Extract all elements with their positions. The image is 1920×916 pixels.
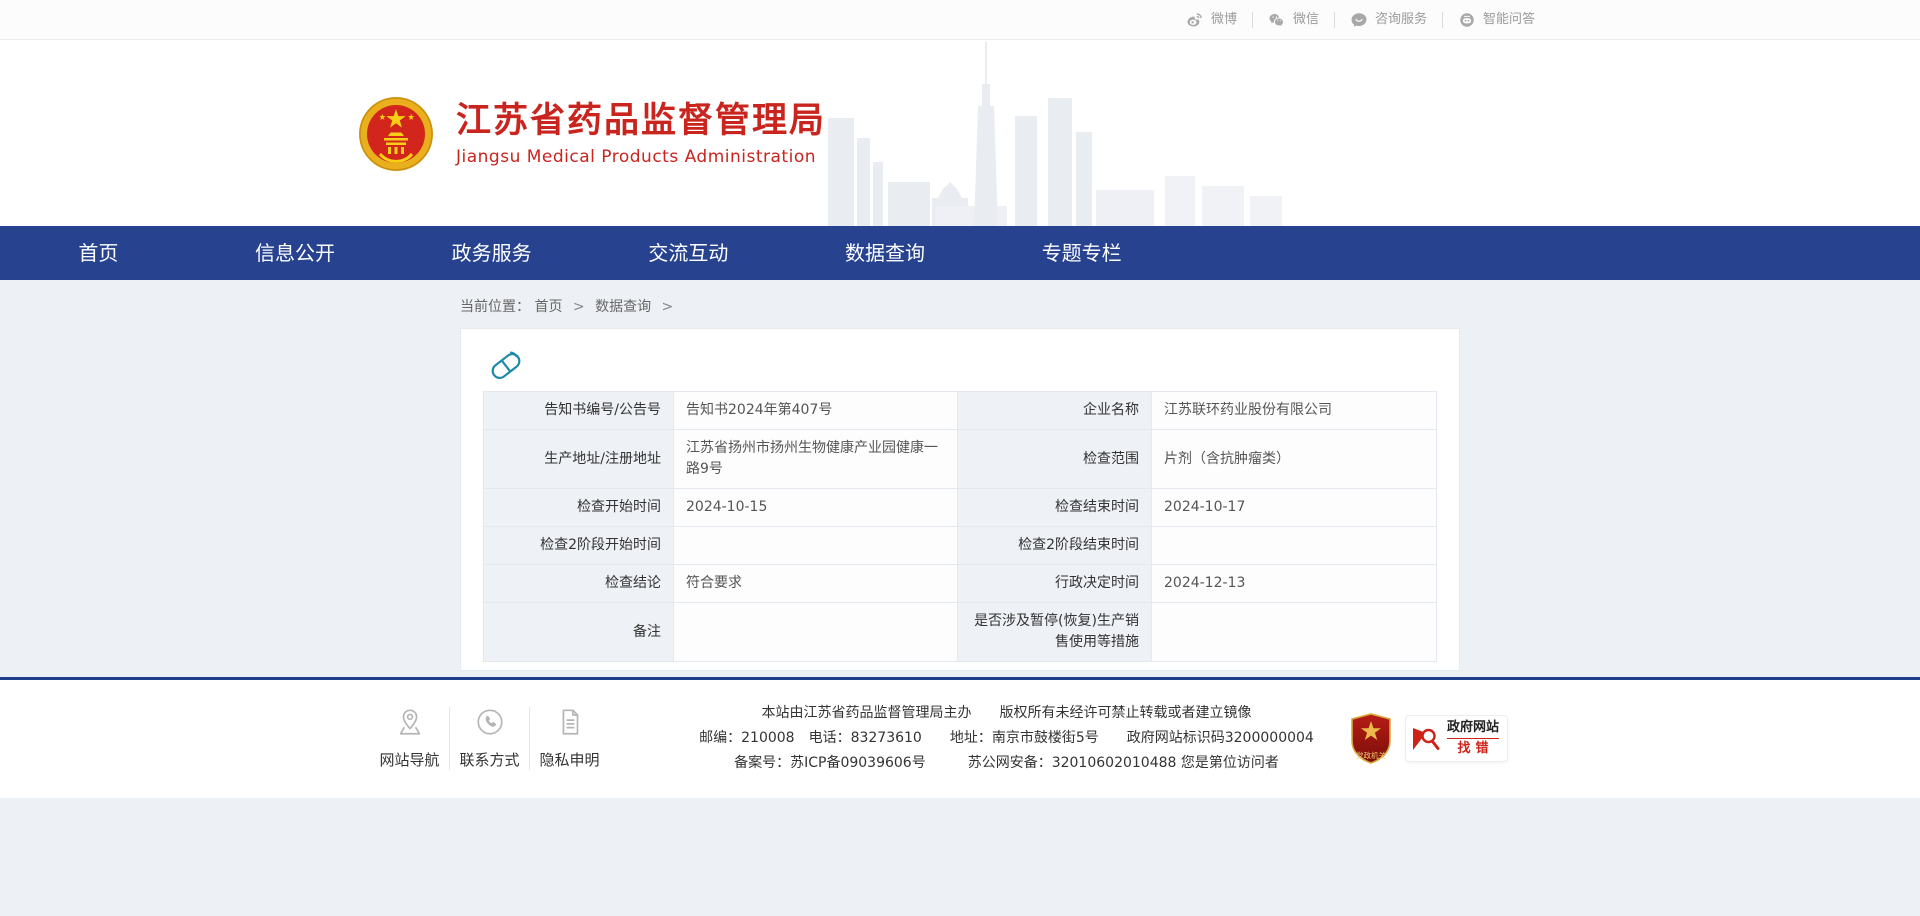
content-area: 当前位置： 首页 > 数据查询 > <box>0 280 1920 671</box>
footer: 网站导航 联系方式 <box>0 680 1920 798</box>
party-badge-label: 党政机关 <box>1356 750 1386 760</box>
field-label: 行政决定时间 <box>958 565 1152 603</box>
field-value: 符合要求 <box>674 565 958 603</box>
breadcrumb-separator: > <box>573 299 585 315</box>
field-label: 告知书编号/公告号 <box>484 392 674 430</box>
field-value: 2024-10-17 <box>1152 489 1437 527</box>
field-value <box>1152 603 1437 662</box>
weibo-icon <box>1186 11 1204 29</box>
gov-site-error-finder-badge[interactable]: 政府网站 找错 <box>1405 715 1508 762</box>
field-value: 片剂（含抗肿瘤类） <box>1152 430 1437 489</box>
field-label: 备注 <box>484 603 674 662</box>
footer-link-sitemap[interactable]: 网站导航 <box>370 707 449 770</box>
party-gov-badge[interactable]: 党政机关 <box>1349 713 1393 765</box>
table-row: 备注 是否涉及暂停(恢复)生产销售使用等措施 <box>484 603 1437 662</box>
topbar: 微博 微信 咨询服务 智能问答 <box>0 0 1920 40</box>
field-label: 生产地址/注册地址 <box>484 430 674 489</box>
weibo-link[interactable]: 微博 <box>1171 0 1252 39</box>
field-value <box>1152 527 1437 565</box>
site-title: 江苏省药品监督管理局 <box>456 101 826 141</box>
robot-icon <box>1458 11 1476 29</box>
field-value <box>674 603 958 662</box>
field-value: 江苏联环药业股份有限公司 <box>1152 392 1437 430</box>
field-value: 告知书2024年第407号 <box>674 392 958 430</box>
site-header: 江苏省药品监督管理局 Jiangsu Medical Products Admi… <box>0 40 1920 226</box>
breadcrumb: 当前位置： 首页 > 数据查询 > <box>460 280 1460 328</box>
consult-service-link[interactable]: 咨询服务 <box>1334 12 1442 28</box>
page: 微博 微信 咨询服务 智能问答 <box>0 0 1920 916</box>
breadcrumb-label: 当前位置： <box>460 299 530 315</box>
breadcrumb-separator: > <box>662 299 674 315</box>
site-subtitle-en: Jiangsu Medical Products Administration <box>456 147 826 167</box>
consult-service-label: 咨询服务 <box>1375 12 1427 28</box>
breadcrumb-home-link[interactable]: 首页 <box>534 299 562 315</box>
table-row: 检查2阶段开始时间 检查2阶段结束时间 <box>484 527 1437 565</box>
field-label: 检查结论 <box>484 565 674 603</box>
field-label: 检查2阶段结束时间 <box>958 527 1152 565</box>
nav-item-gov-services[interactable]: 政务服务 <box>393 226 590 280</box>
table-row: 告知书编号/公告号 告知书2024年第407号 企业名称 江苏联环药业股份有限公… <box>484 392 1437 430</box>
footer-link-contact[interactable]: 联系方式 <box>449 707 529 770</box>
magnifier-icon <box>1410 723 1442 755</box>
nav-item-interaction[interactable]: 交流互动 <box>590 226 787 280</box>
field-value: 江苏省扬州市扬州生物健康产业园健康一路9号 <box>674 430 958 489</box>
field-label: 检查2阶段开始时间 <box>484 527 674 565</box>
footer-link-label: 隐私申明 <box>530 749 609 770</box>
nav-item-home[interactable]: 首页 <box>0 226 197 280</box>
document-icon <box>530 707 609 737</box>
footer-link-privacy[interactable]: 隐私申明 <box>529 707 609 770</box>
field-value: 2024-10-15 <box>674 489 958 527</box>
chat-bubble-icon <box>1350 11 1368 29</box>
footer-link-label: 网站导航 <box>370 749 449 770</box>
weibo-label: 微博 <box>1211 0 1237 39</box>
breadcrumb-dataquery-link[interactable]: 数据查询 <box>595 299 651 315</box>
table-row: 检查结论 符合要求 行政决定时间 2024-12-13 <box>484 565 1437 603</box>
map-pin-icon <box>370 707 449 737</box>
field-value <box>674 527 958 565</box>
city-skyline-watermark <box>820 40 1290 226</box>
wechat-icon <box>1268 11 1286 29</box>
field-label: 检查范围 <box>958 430 1152 489</box>
wechat-label: 微信 <box>1293 12 1319 28</box>
smart-qa-link[interactable]: 智能问答 <box>1442 12 1550 28</box>
inspection-detail-table: 告知书编号/公告号 告知书2024年第407号 企业名称 江苏联环药业股份有限公… <box>483 391 1437 662</box>
pill-icon <box>485 347 527 383</box>
field-label: 检查开始时间 <box>484 489 674 527</box>
footer-badges: 党政机关 政府网站 找错 <box>1349 713 1508 765</box>
detail-panel: 告知书编号/公告号 告知书2024年第407号 企业名称 江苏联环药业股份有限公… <box>460 328 1460 671</box>
footer-line-contact: 邮编：210008 电话：83273610 地址：南京市鼓楼街5号 政府网站标识… <box>664 726 1349 751</box>
nav-item-special-columns[interactable]: 专题专栏 <box>983 226 1180 280</box>
nav-item-data-query[interactable]: 数据查询 <box>787 226 984 280</box>
smart-qa-label: 智能问答 <box>1483 12 1535 28</box>
finder-top-label: 政府网站 <box>1447 720 1499 739</box>
field-label: 检查结束时间 <box>958 489 1152 527</box>
finder-bottom-label: 找错 <box>1452 741 1493 757</box>
footer-line-host: 本站由江苏省药品监督管理局主办 版权所有未经许可禁止转载或者建立镜像 <box>664 701 1349 726</box>
wechat-link[interactable]: 微信 <box>1252 12 1334 28</box>
field-value: 2024-12-13 <box>1152 565 1437 603</box>
footer-line-icp: 备案号：苏ICP备09039606号 苏公网安备：32010602010488 … <box>664 751 1349 776</box>
national-emblem-logo <box>358 96 434 172</box>
field-label: 是否涉及暂停(恢复)生产销售使用等措施 <box>958 603 1152 662</box>
table-row: 检查开始时间 2024-10-15 检查结束时间 2024-10-17 <box>484 489 1437 527</box>
footer-link-label: 联系方式 <box>450 749 529 770</box>
nav-item-info-disclosure[interactable]: 信息公开 <box>197 226 394 280</box>
main-nav: 首页 信息公开 政务服务 交流互动 数据查询 专题专栏 <box>0 226 1920 280</box>
field-label: 企业名称 <box>958 392 1152 430</box>
phone-icon <box>450 707 529 737</box>
table-row: 生产地址/注册地址 江苏省扬州市扬州生物健康产业园健康一路9号 检查范围 片剂（… <box>484 430 1437 489</box>
footer-info: 本站由江苏省药品监督管理局主办 版权所有未经许可禁止转载或者建立镜像 邮编：21… <box>609 701 1349 776</box>
footer-links: 网站导航 联系方式 <box>370 707 609 770</box>
